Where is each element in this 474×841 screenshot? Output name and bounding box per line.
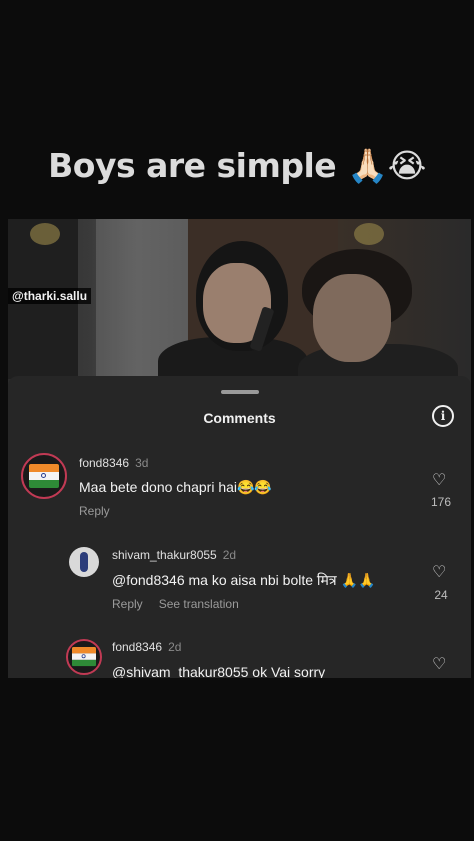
video-frame: @tharki.sallu (8, 219, 471, 379)
like-count: 176 (430, 495, 452, 509)
india-flag-icon (29, 464, 59, 488)
story-caption: Boys are simple 🙏🏻😭 (48, 146, 426, 185)
comments-sheet: Comments i fond8346 3d Maa bete dono chap… (8, 376, 471, 678)
comment-text: Maa bete dono chapri hai😂😂 (79, 479, 272, 495)
avatar[interactable] (66, 639, 102, 675)
comments-title: Comments (203, 410, 276, 426)
heart-icon[interactable]: ♡ (432, 654, 446, 674)
comment-age: 3d (135, 456, 149, 470)
comment-username[interactable]: shivam_thakur8055 (112, 548, 217, 562)
reply-button[interactable]: Reply (79, 504, 110, 518)
drag-handle[interactable] (221, 390, 259, 394)
info-icon[interactable]: i (432, 405, 454, 427)
heart-icon[interactable]: ♡ (432, 562, 446, 582)
reposted-screenshot: @tharki.sallu Comments i fond8346 3d Maa … (8, 219, 471, 678)
heart-icon[interactable]: ♡ (432, 470, 446, 490)
person-right (313, 274, 391, 362)
comment-age: 2d (222, 548, 237, 562)
comment-text: @fond8346 ma ko aisa nbi bolte मित्र 🙏🙏 (112, 572, 376, 588)
comment-username[interactable]: fond8346 (112, 640, 162, 654)
comment-text: @shivam_thakur8055 ok Vai sorry (112, 664, 326, 678)
india-flag-icon (72, 647, 96, 667)
reply-button[interactable]: Reply (112, 597, 143, 611)
comment-username[interactable]: fond8346 (79, 456, 129, 470)
like-count: 24 (434, 588, 448, 602)
profile-photo-icon (80, 552, 88, 572)
avatar[interactable] (69, 547, 99, 577)
avatar[interactable] (21, 453, 67, 499)
see-translation-link[interactable]: See translation (159, 597, 239, 611)
watermark-tag[interactable]: @tharki.sallu (8, 288, 92, 304)
comment-age: 2d (168, 640, 182, 654)
